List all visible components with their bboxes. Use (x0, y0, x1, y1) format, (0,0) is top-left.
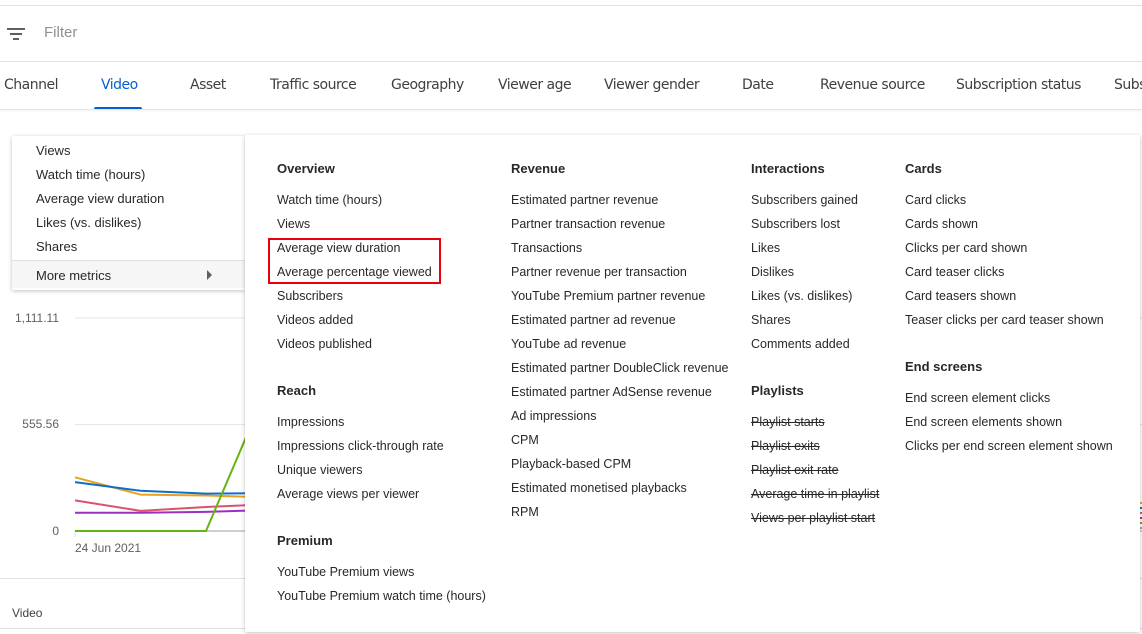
section-title-playlists: Playlists (751, 383, 804, 398)
metric-option-partner-transaction-revenue[interactable]: Partner transaction revenue (511, 217, 665, 231)
metric-option-watch-time-hours[interactable]: Watch time (hours) (277, 193, 382, 207)
metric-item-shares[interactable]: Shares (36, 239, 77, 254)
metric-option-end-screen-elements-shown[interactable]: End screen elements shown (905, 415, 1062, 429)
metric-option-unique-viewers[interactable]: Unique viewers (277, 463, 362, 477)
section-title-end-screens: End screens (905, 359, 983, 374)
more-metrics-label: More metrics (36, 268, 112, 283)
metric-option-clicks-per-card-shown[interactable]: Clicks per card shown (905, 241, 1027, 255)
more-metrics-item[interactable]: More metrics (12, 260, 245, 288)
metric-option-cpm[interactable]: CPM (511, 433, 539, 447)
arrow-right-icon (207, 270, 212, 280)
metric-option-average-percentage-viewed[interactable]: Average percentage viewed (277, 265, 432, 279)
metric-option-transactions[interactable]: Transactions (511, 241, 582, 255)
metric-option-card-teaser-clicks[interactable]: Card teaser clicks (905, 265, 1004, 279)
more-metrics-panel: Overview Watch time (hours) Views Average v… (245, 135, 1140, 632)
metric-option-playlist-exits: Playlist exits (751, 439, 820, 453)
metric-option-estimated-partner-adsense-revenue[interactable]: Estimated partner AdSense revenue (511, 385, 712, 399)
table-header-video[interactable]: Video (12, 606, 42, 620)
metric-option-impressions[interactable]: Impressions (277, 415, 344, 429)
metric-option-estimated-partner-ad-revenue[interactable]: Estimated partner ad revenue (511, 313, 676, 327)
metric-option-cards-shown[interactable]: Cards shown (905, 217, 978, 231)
metric-option-videos-published[interactable]: Videos published (277, 337, 372, 351)
metric-option-average-view-duration[interactable]: Average view duration (277, 241, 400, 255)
metric-option-subscribers[interactable]: Subscribers (277, 289, 343, 303)
metric-item-watch-time-hours[interactable]: Watch time (hours) (36, 167, 145, 182)
metric-option-estimated-monetised-playbacks[interactable]: Estimated monetised playbacks (511, 481, 687, 495)
metric-option-teaser-clicks-per-card-teaser-shown[interactable]: Teaser clicks per card teaser shown (905, 313, 1104, 327)
metric-option-average-time-in-playlist: Average time in playlist (751, 487, 880, 501)
metric-option-youtube-premium-watch-time-hours[interactable]: YouTube Premium watch time (hours) (277, 589, 486, 603)
metric-option-likes[interactable]: Likes (751, 241, 780, 255)
metric-option-playlist-exit-rate: Playlist exit rate (751, 463, 839, 477)
metric-option-clicks-per-end-screen-element-shown[interactable]: Clicks per end screen element shown (905, 439, 1113, 453)
metric-option-youtube-ad-revenue[interactable]: YouTube ad revenue (511, 337, 626, 351)
metric-item-likes-vs-dislikes[interactable]: Likes (vs. dislikes) (36, 215, 141, 230)
metric-option-views[interactable]: Views (277, 217, 310, 231)
metric-option-youtube-premium-views[interactable]: YouTube Premium views (277, 565, 414, 579)
metric-option-comments-added[interactable]: Comments added (751, 337, 850, 351)
metric-option-end-screen-element-clicks[interactable]: End screen element clicks (905, 391, 1050, 405)
metric-option-subscribers-gained[interactable]: Subscribers gained (751, 193, 858, 207)
metric-option-playlist-starts: Playlist starts (751, 415, 825, 429)
metric-option-shares[interactable]: Shares (751, 313, 791, 327)
metric-item-average-view-duration[interactable]: Average view duration (36, 191, 164, 206)
section-title-premium: Premium (277, 533, 333, 548)
metric-option-card-clicks[interactable]: Card clicks (905, 193, 966, 207)
metric-item-views[interactable]: Views (36, 143, 70, 158)
metric-option-average-views-per-viewer[interactable]: Average views per viewer (277, 487, 419, 501)
metric-option-dislikes[interactable]: Dislikes (751, 265, 794, 279)
section-title-interactions: Interactions (751, 161, 825, 176)
metric-option-youtube-premium-partner-revenue[interactable]: YouTube Premium partner revenue (511, 289, 705, 303)
section-title-reach: Reach (277, 383, 317, 398)
metric-option-ad-impressions[interactable]: Ad impressions (511, 409, 596, 423)
series-purple-line (75, 508, 272, 514)
section-title-revenue: Revenue (511, 161, 566, 176)
metric-option-estimated-partner-doubleclick-revenue[interactable]: Estimated partner DoubleClick revenue (511, 361, 728, 375)
series-pink-line (74, 499, 272, 512)
metric-option-playback-based-cpm[interactable]: Playback-based CPM (511, 457, 631, 471)
metric-option-likes-vs-dislikes[interactable]: Likes (vs. dislikes) (751, 289, 852, 303)
metric-option-partner-revenue-per-transaction[interactable]: Partner revenue per transaction (511, 265, 687, 279)
metric-option-impressions-click-through-rate[interactable]: Impressions click-through rate (277, 439, 444, 453)
metric-dropdown-menu: Shares Likes (vs. dislikes) Average view d… (12, 136, 245, 290)
metric-option-card-teasers-shown[interactable]: Card teasers shown (905, 289, 1016, 303)
metric-option-estimated-partner-revenue[interactable]: Estimated partner revenue (511, 193, 658, 207)
section-title-cards: Cards (905, 161, 942, 176)
metric-option-subscribers-lost[interactable]: Subscribers lost (751, 217, 840, 231)
metric-option-views-per-playlist-start: Views per playlist start (751, 511, 876, 525)
section-title-overview: Overview (277, 161, 335, 176)
metric-option-videos-added[interactable]: Videos added (277, 313, 353, 327)
series-orange-line (74, 476, 272, 499)
series-blue-line (74, 481, 272, 495)
metric-option-rpm[interactable]: RPM (511, 505, 539, 519)
